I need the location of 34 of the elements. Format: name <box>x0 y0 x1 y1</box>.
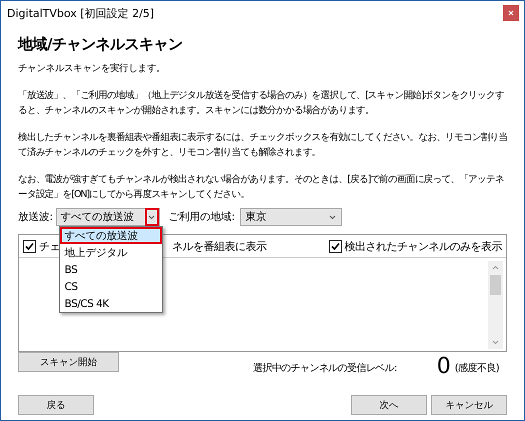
chevron-down-icon <box>328 214 336 220</box>
checkbox-label: チェ <box>39 238 60 254</box>
cancel-button[interactable]: キャンセル <box>431 395 507 415</box>
chevron-down-icon <box>148 214 156 220</box>
broadcast-dropdown[interactable]: すべての放送波 <box>56 208 160 226</box>
dropdown-option[interactable]: BS <box>60 261 162 278</box>
region-dropdown[interactable]: 東京 <box>240 208 342 226</box>
next-button[interactable]: 次へ <box>351 395 427 415</box>
intro-text: チャンネルスキャンを実行します。 <box>18 62 166 76</box>
page-heading: 地域/チャンネルスキャン <box>18 34 184 54</box>
dropdown-option[interactable]: すべての放送波 <box>60 227 162 244</box>
checkbox-label: 検出されたチャンネルのみを表示 <box>344 238 502 254</box>
scrollbar-thumb[interactable] <box>490 275 501 295</box>
back-button[interactable]: 戻る <box>18 395 94 415</box>
checkbox[interactable] <box>23 240 36 252</box>
dropdown-option[interactable]: CS <box>60 278 162 295</box>
window-title: DigitalTVbox [初回設定 2/5] <box>7 6 156 20</box>
reception-level-value: 0 <box>436 354 451 378</box>
chevron-down-icon[interactable] <box>492 340 499 345</box>
checkbox-label: ネルを番組表に表示 <box>172 238 266 254</box>
dropdown-option[interactable]: BS/CS 4K <box>60 295 162 312</box>
instruction-text: 「放送波」、「ご利用の地域」（地上デジタル放送を受信する場合のみ）を選択して、[スキャン開始]ボタンをクリックすると、チャンネルのスキャンが開始されます。スキャンには数分かかる場合があります。 <box>18 89 505 118</box>
scrollbar[interactable] <box>488 261 503 349</box>
dropdown-option[interactable]: 地上デジタル <box>60 244 162 261</box>
broadcast-label: 放送波: <box>18 210 53 224</box>
chevron-up-icon[interactable] <box>492 265 499 270</box>
instruction-text: 検出したチャンネルを裏番組表や番組表に表示するには、チェックボックスを有効にしてください。なお、リモコン割り当て済みチャンネルのチェックを外すと、リモコン割り当ても解除されます。 <box>18 131 509 160</box>
reception-level-label: 選択中のチャンネルの受信レベル: <box>253 362 397 375</box>
instruction-text: なお、電波が強すぎてもチャンネルが検出されない場合があります。そのときは、[戻る]で前の画面に戻って、「アッテネータ設定」を[ON]にしてから再度スキャンしてください。 <box>18 173 505 202</box>
reception-status: (感度不良) <box>454 362 499 375</box>
close-icon[interactable] <box>503 5 519 21</box>
scan-start-button[interactable]: スキャン開始 <box>18 352 119 372</box>
checkbox[interactable] <box>328 240 342 252</box>
region-label: ご利用の地域: <box>168 210 235 224</box>
